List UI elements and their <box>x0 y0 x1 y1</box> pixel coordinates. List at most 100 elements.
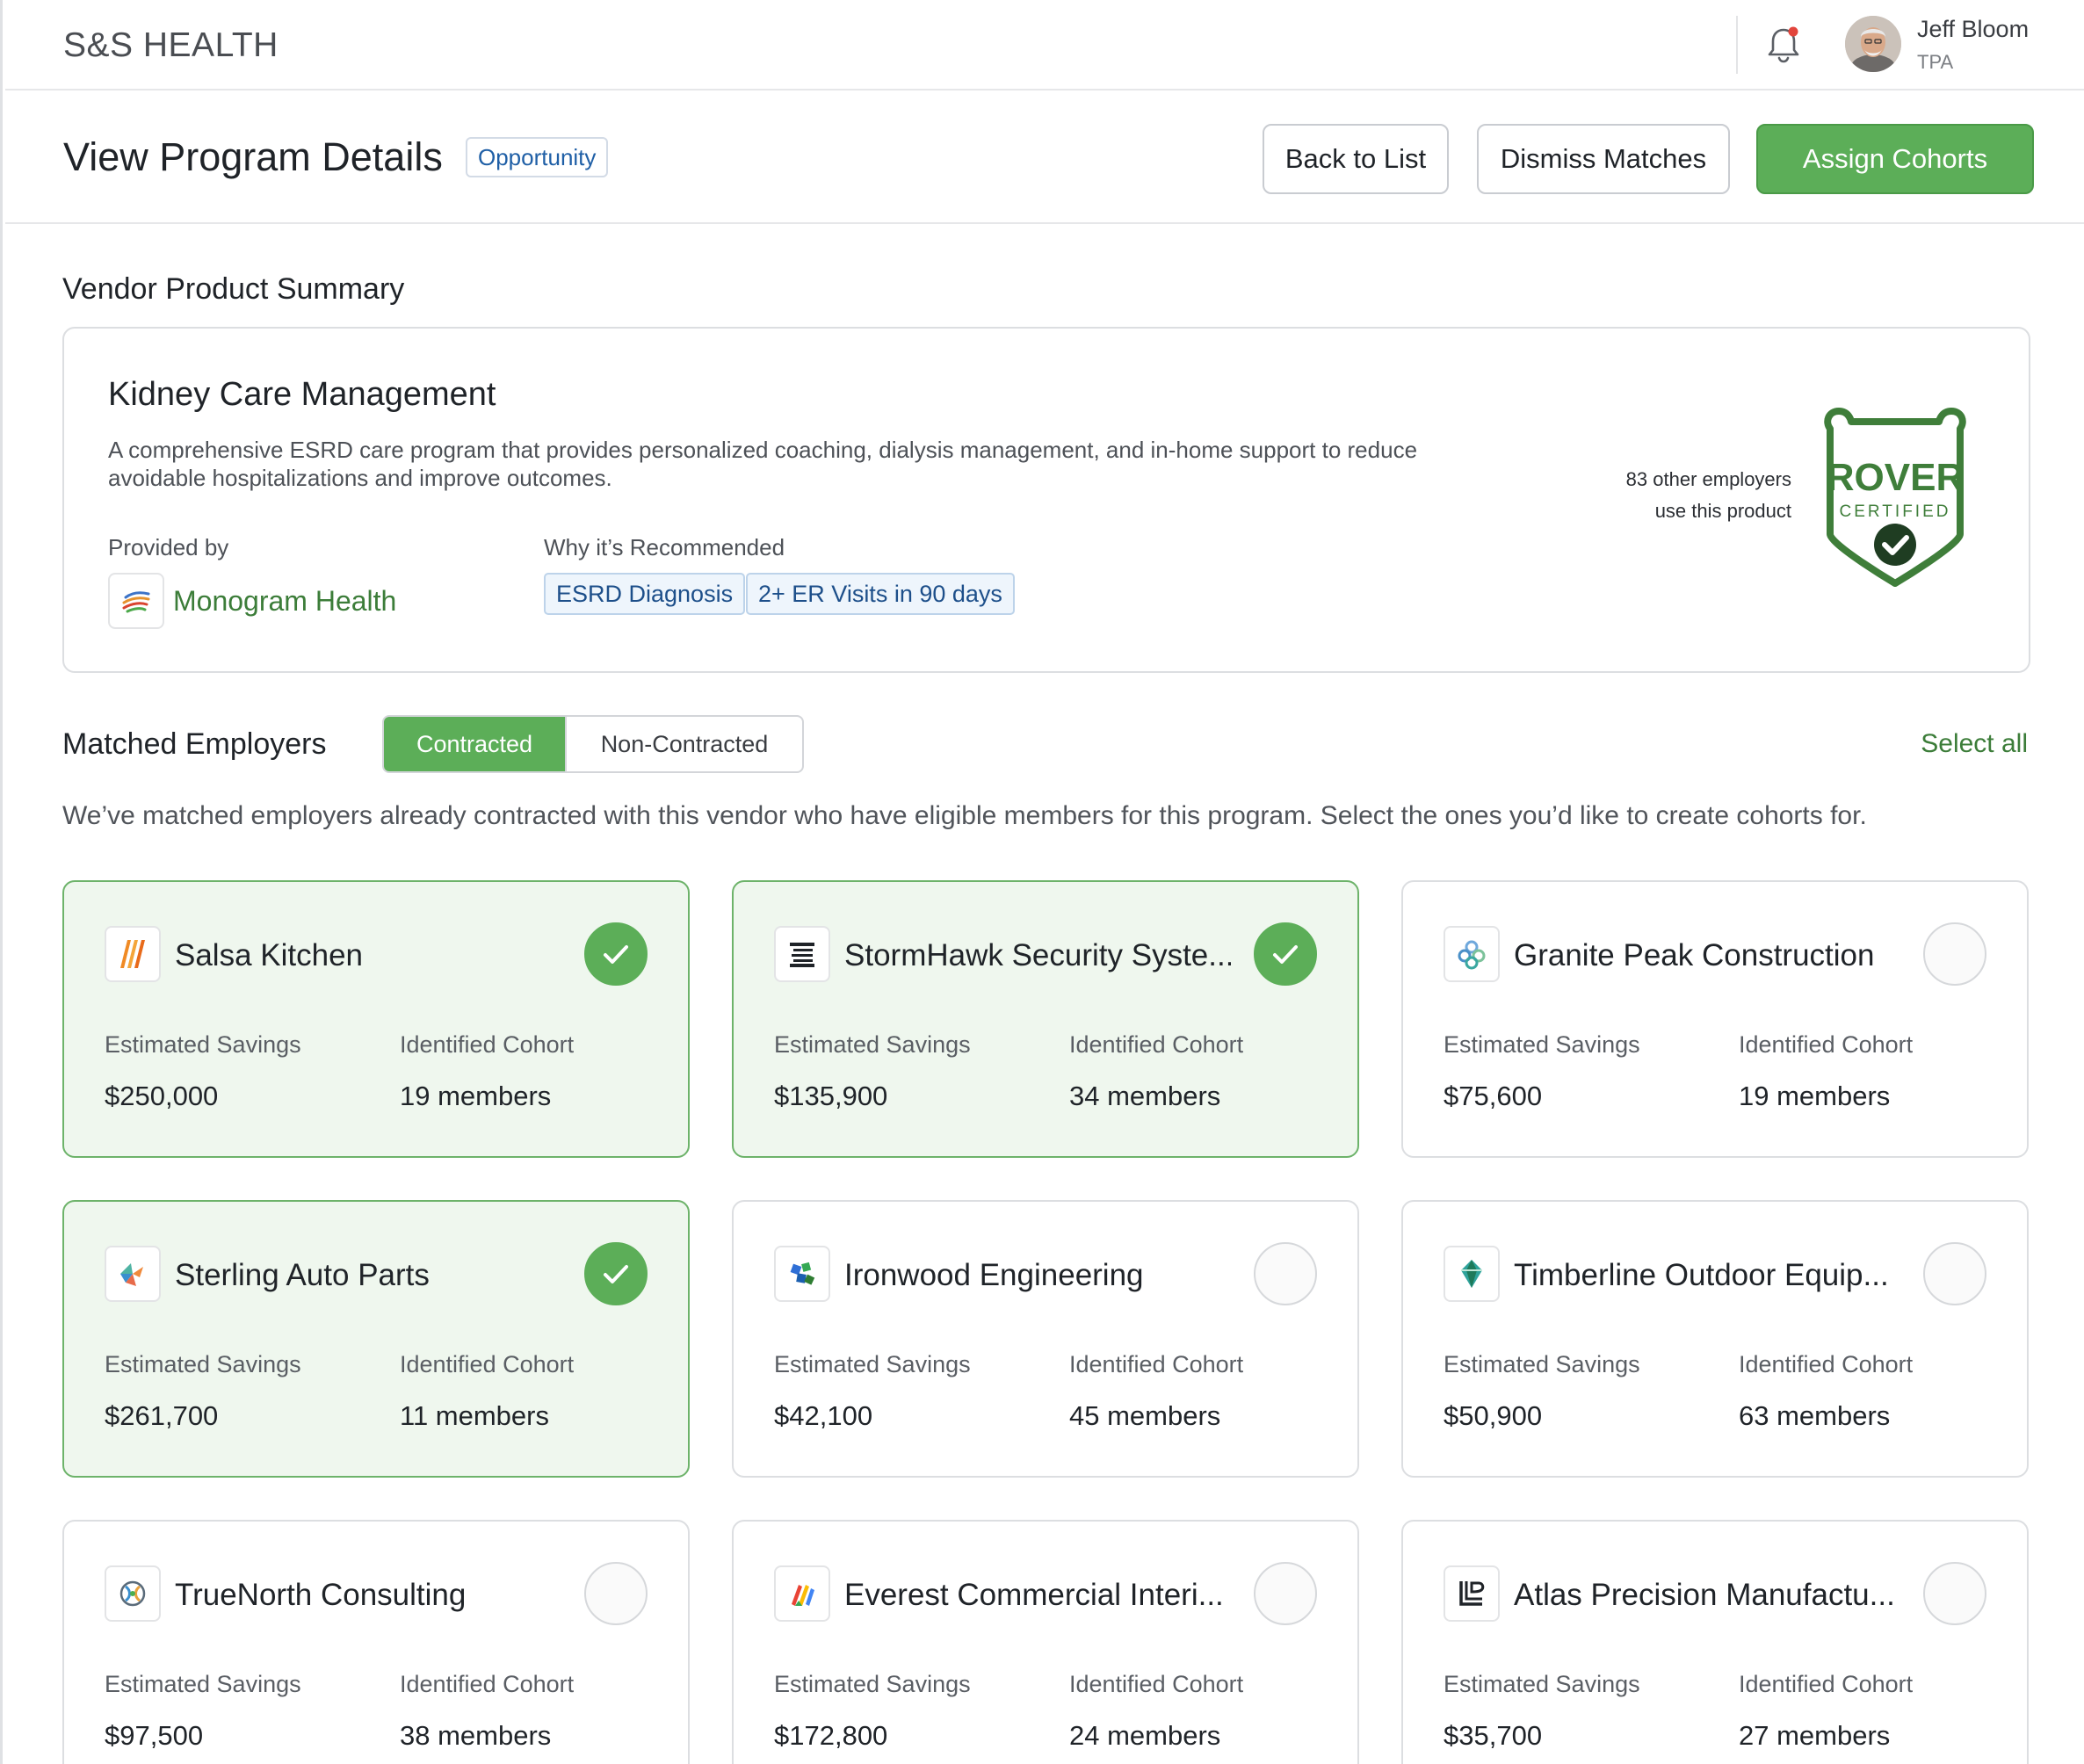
cohort-label: Identified Cohort <box>1069 1031 1244 1058</box>
contract-filter-toggle: Contracted Non-Contracted <box>382 715 804 773</box>
vendor-name-link[interactable]: Monogram Health <box>173 585 396 618</box>
savings-value: $50,900 <box>1444 1400 1543 1431</box>
recommendation-chip: 2+ ER Visits in 90 days <box>746 573 1015 615</box>
employer-select-checkbox[interactable] <box>1923 922 1986 986</box>
employer-select-checkbox[interactable] <box>1254 922 1317 986</box>
product-description: A comprehensive ESRD care program that p… <box>108 437 1418 491</box>
savings-value: $172,800 <box>774 1720 888 1751</box>
employer-card[interactable]: StormHawk Security Syste... Estimated Sa… <box>732 880 1359 1158</box>
employer-name: StormHawk Security Syste... <box>844 938 1231 972</box>
employer-name: TrueNorth Consulting <box>175 1578 467 1612</box>
matched-employers-title: Matched Employers <box>62 727 327 761</box>
employer-select-checkbox[interactable] <box>1254 1242 1317 1305</box>
employer-card[interactable]: Atlas Precision Manufactu... Estimated S… <box>1401 1520 2029 1764</box>
savings-label: Estimated Savings <box>1444 1671 1640 1697</box>
top-navigation-bar: S&S HEALTH Jeff Bloom TPA <box>5 0 2084 90</box>
employer-name: Everest Commercial Interi... <box>844 1578 1224 1612</box>
cohort-label: Identified Cohort <box>400 1671 575 1697</box>
savings-label: Estimated Savings <box>1444 1031 1640 1058</box>
cohort-label: Identified Cohort <box>1739 1671 1914 1697</box>
savings-value: $135,900 <box>774 1081 888 1111</box>
savings-label: Estimated Savings <box>774 1031 971 1058</box>
recommendation-chip: ESRD Diagnosis <box>544 573 746 615</box>
cohort-value: 38 members <box>400 1720 552 1751</box>
employer-select-checkbox[interactable] <box>1923 1562 1986 1625</box>
status-badge: Opportunity <box>466 137 609 177</box>
savings-label: Estimated Savings <box>774 1671 971 1697</box>
other-employers-note: 83 other employers use this product <box>1563 464 1791 527</box>
cohort-value: 11 members <box>400 1400 549 1431</box>
employer-card[interactable]: Everest Commercial Interi... Estimated S… <box>732 1520 1359 1764</box>
savings-label: Estimated Savings <box>105 1671 301 1697</box>
savings-value: $250,000 <box>105 1081 219 1111</box>
tab-contracted[interactable]: Contracted <box>384 717 565 771</box>
topbar-divider <box>1736 16 1738 74</box>
everest-logo-icon <box>774 1565 830 1622</box>
ironwood-logo-icon <box>774 1246 830 1302</box>
cohort-label: Identified Cohort <box>1069 1671 1244 1697</box>
vendor-summary-title: Vendor Product Summary <box>62 272 405 306</box>
savings-label: Estimated Savings <box>774 1351 971 1377</box>
employer-card[interactable]: TrueNorth Consulting Estimated Savings I… <box>62 1520 690 1764</box>
granite-peak-logo-icon <box>1444 926 1500 982</box>
cohort-value: 19 members <box>400 1081 552 1111</box>
employer-card[interactable]: Salsa Kitchen Estimated Savings Identifi… <box>62 880 690 1158</box>
employer-name: Atlas Precision Manufactu... <box>1514 1578 1895 1612</box>
cohort-label: Identified Cohort <box>400 1351 575 1377</box>
employer-card[interactable]: Ironwood Engineering Estimated Savings I… <box>732 1200 1359 1478</box>
savings-label: Estimated Savings <box>105 1351 301 1377</box>
savings-label: Estimated Savings <box>1444 1351 1640 1377</box>
product-name: Kidney Care Management <box>108 376 496 413</box>
cohort-label: Identified Cohort <box>1069 1351 1244 1377</box>
matched-employers-description: We’ve matched employers already contract… <box>62 801 1867 830</box>
user-name[interactable]: Jeff Bloom <box>1917 16 2029 43</box>
employer-select-checkbox[interactable] <box>584 922 648 986</box>
employer-card[interactable]: Timberline Outdoor Equip... Estimated Sa… <box>1401 1200 2029 1478</box>
rover-certified-badge: ROVER CERTIFIED <box>1820 402 1971 589</box>
brand-logo-text[interactable]: S&S HEALTH <box>63 26 279 65</box>
rover-badge-word: ROVER <box>1827 456 1964 499</box>
assign-cohorts-button[interactable]: Assign Cohorts <box>1756 124 2034 194</box>
savings-value: $75,600 <box>1444 1081 1543 1111</box>
vendor-logo-icon <box>108 573 164 629</box>
select-all-link[interactable]: Select all <box>1921 729 2028 759</box>
notification-bell-icon[interactable] <box>1764 23 1803 65</box>
cohort-label: Identified Cohort <box>1739 1351 1914 1377</box>
cohort-label: Identified Cohort <box>400 1031 575 1058</box>
other-employers-line: use this product <box>1654 500 1791 522</box>
app-frame: S&S HEALTH Jeff Bloom TPA View Program D… <box>0 0 2084 1764</box>
employer-select-checkbox[interactable] <box>584 1562 648 1625</box>
truenorth-logo-icon <box>105 1565 161 1622</box>
savings-label: Estimated Savings <box>105 1031 301 1058</box>
user-avatar[interactable] <box>1845 16 1901 72</box>
employer-name: Ironwood Engineering <box>844 1258 1144 1292</box>
employer-select-checkbox[interactable] <box>584 1242 648 1305</box>
employer-card[interactable]: Granite Peak Construction Estimated Savi… <box>1401 880 2029 1158</box>
tab-non-contracted[interactable]: Non-Contracted <box>565 717 802 771</box>
savings-value: $97,500 <box>105 1720 204 1751</box>
cohort-label: Identified Cohort <box>1739 1031 1914 1058</box>
cohort-value: 34 members <box>1069 1081 1221 1111</box>
rover-badge-sub: CERTIFIED <box>1840 502 1951 521</box>
cohort-value: 19 members <box>1739 1081 1891 1111</box>
atlas-precision-logo-icon <box>1444 1565 1500 1622</box>
employer-name: Timberline Outdoor Equip... <box>1514 1258 1889 1292</box>
dismiss-matches-button[interactable]: Dismiss Matches <box>1477 124 1730 194</box>
back-to-list-button[interactable]: Back to List <box>1263 124 1449 194</box>
employer-select-checkbox[interactable] <box>1254 1562 1317 1625</box>
savings-value: $42,100 <box>774 1400 873 1431</box>
savings-value: $35,700 <box>1444 1720 1543 1751</box>
employer-card[interactable]: Sterling Auto Parts Estimated Savings Id… <box>62 1200 690 1478</box>
why-recommended-label: Why it’s Recommended <box>544 534 785 560</box>
employer-name: Salsa Kitchen <box>175 938 364 972</box>
timberline-logo-icon <box>1444 1246 1500 1302</box>
sterling-auto-logo-icon <box>105 1246 161 1302</box>
employer-select-checkbox[interactable] <box>1923 1242 1986 1305</box>
page-header: View Program Details Opportunity Back to… <box>5 90 2084 224</box>
employer-name: Sterling Auto Parts <box>175 1258 430 1292</box>
salsa-kitchen-logo-icon <box>105 926 161 982</box>
user-role: TPA <box>1917 51 1954 73</box>
other-employers-line: 83 other employers <box>1625 468 1791 490</box>
vendor-summary-card: Kidney Care Management A comprehensive E… <box>62 327 2030 673</box>
cohort-value: 45 members <box>1069 1400 1221 1431</box>
